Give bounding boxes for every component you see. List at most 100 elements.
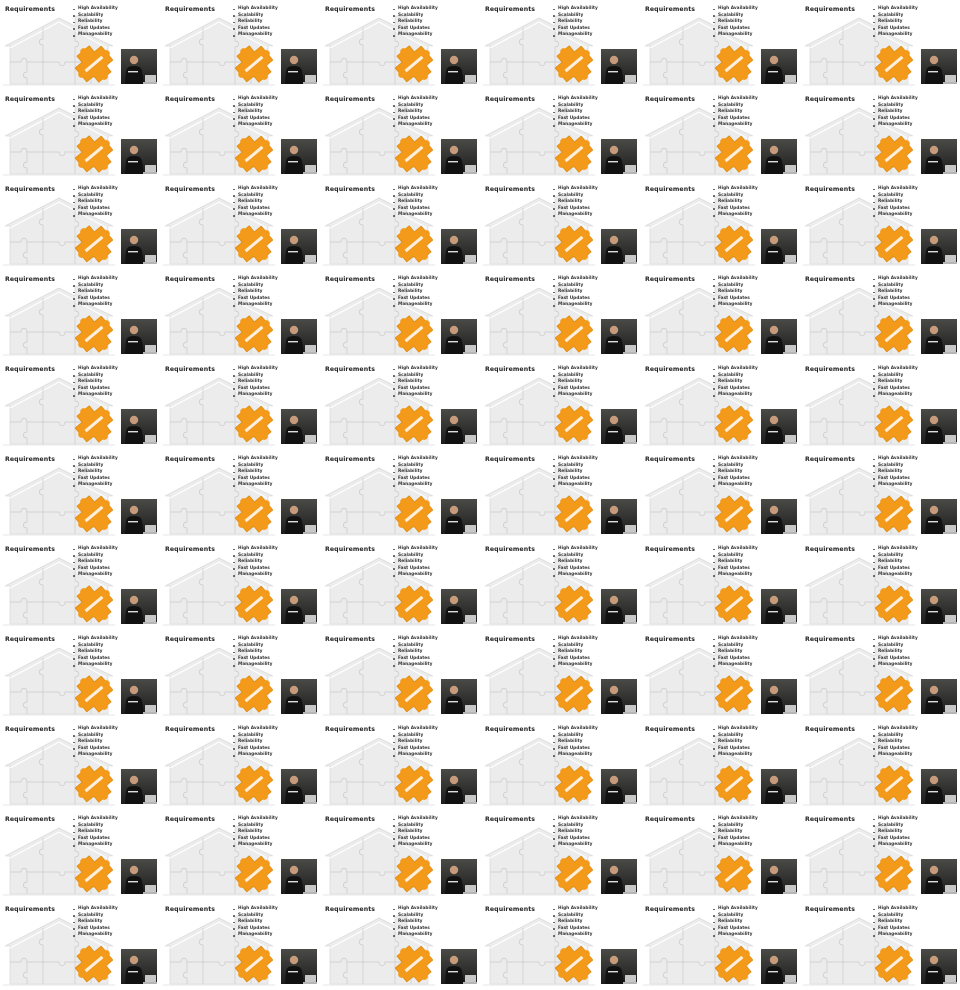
requirement-item: Manageability xyxy=(552,302,598,309)
requirement-item: Manageability xyxy=(872,302,918,309)
slide-thumbnail: Requirements High Availability Scalability… xyxy=(640,630,800,720)
slide-thumbnail: Requirements High Availability Scalability… xyxy=(320,540,480,630)
slide-title: Requirements xyxy=(5,96,56,103)
requirement-item: High Availability xyxy=(72,276,118,283)
slide-title: Requirements xyxy=(645,186,696,193)
puzzle-piece-image xyxy=(875,585,913,623)
requirement-item: Reliability xyxy=(392,109,438,116)
requirements-list: High Availability Scalability Reliability F… xyxy=(72,816,118,849)
puzzle-piece-image xyxy=(235,405,273,443)
slide-thumbnail: Requirements High Availability Scalability… xyxy=(320,450,480,540)
slide-title: Requirements xyxy=(5,546,56,553)
puzzle-piece-image xyxy=(555,855,593,893)
slide-title: Requirements xyxy=(5,186,56,193)
puzzle-piece-image xyxy=(875,405,913,443)
speaker-photo xyxy=(281,409,317,444)
requirements-list: High Availability Scalability Reliability F… xyxy=(872,726,918,759)
requirement-item: High Availability xyxy=(872,456,918,463)
requirement-item: Reliability xyxy=(552,109,598,116)
requirement-item: Reliability xyxy=(72,919,118,926)
puzzle-piece-image xyxy=(395,315,433,353)
requirement-item: High Availability xyxy=(552,186,598,193)
requirement-item: Reliability xyxy=(872,19,918,26)
speaker-photo xyxy=(121,139,157,174)
requirement-item: High Availability xyxy=(712,96,758,103)
requirement-item: Reliability xyxy=(232,919,278,926)
puzzle-piece-image xyxy=(555,225,593,263)
requirement-item: Manageability xyxy=(712,122,758,129)
slide-thumbnail: Requirements High Availability Scalability… xyxy=(800,90,960,180)
requirements-list: High Availability Scalability Reliability F… xyxy=(392,546,438,579)
requirement-item: High Availability xyxy=(392,6,438,13)
requirement-item: Manageability xyxy=(72,572,118,579)
requirement-item: Manageability xyxy=(712,302,758,309)
requirement-item: Reliability xyxy=(712,649,758,656)
requirements-list: High Availability Scalability Reliability F… xyxy=(712,456,758,489)
requirement-item: Manageability xyxy=(552,392,598,399)
slide-title: Requirements xyxy=(5,906,56,913)
speaker-photo xyxy=(441,859,477,894)
requirement-item: Reliability xyxy=(232,649,278,656)
slide-thumbnail: Requirements High Availability Scalability… xyxy=(320,810,480,900)
slide-thumbnail-grid: Requirements High Availability Scalability… xyxy=(0,0,960,990)
requirement-item: High Availability xyxy=(712,6,758,13)
requirement-item: High Availability xyxy=(552,96,598,103)
requirements-list: High Availability Scalability Reliability F… xyxy=(552,636,598,669)
puzzle-piece-image xyxy=(875,675,913,713)
speaker-photo xyxy=(121,769,157,804)
requirement-item: Manageability xyxy=(872,752,918,759)
requirement-item: Reliability xyxy=(232,109,278,116)
requirements-list: High Availability Scalability Reliability F… xyxy=(72,906,118,939)
requirement-item: High Availability xyxy=(232,906,278,913)
requirement-item: Reliability xyxy=(712,559,758,566)
requirement-item: High Availability xyxy=(232,546,278,553)
puzzle-piece-image xyxy=(715,495,753,533)
puzzle-piece-image xyxy=(555,315,593,353)
slide-thumbnail: Requirements High Availability Scalability… xyxy=(640,540,800,630)
requirement-item: Manageability xyxy=(712,482,758,489)
requirement-item: High Availability xyxy=(72,636,118,643)
requirement-item: Reliability xyxy=(72,199,118,206)
requirement-item: Manageability xyxy=(392,752,438,759)
requirement-item: High Availability xyxy=(72,456,118,463)
slide-title: Requirements xyxy=(165,546,216,553)
requirement-item: Reliability xyxy=(392,829,438,836)
requirement-item: Reliability xyxy=(872,559,918,566)
requirement-item: Reliability xyxy=(872,289,918,296)
requirement-item: Reliability xyxy=(232,829,278,836)
requirement-item: Reliability xyxy=(552,739,598,746)
slide-thumbnail: Requirements High Availability Scalability… xyxy=(0,180,160,270)
speaker-photo xyxy=(441,229,477,264)
requirement-item: Reliability xyxy=(392,199,438,206)
requirement-item: Manageability xyxy=(392,932,438,939)
requirement-item: High Availability xyxy=(872,96,918,103)
requirement-item: Reliability xyxy=(712,289,758,296)
requirement-item: Manageability xyxy=(872,662,918,669)
puzzle-piece-image xyxy=(235,945,273,983)
requirement-item: Reliability xyxy=(552,919,598,926)
speaker-photo xyxy=(921,949,957,984)
puzzle-piece-image xyxy=(555,675,593,713)
requirements-list: High Availability Scalability Reliability F… xyxy=(232,546,278,579)
requirement-item: Manageability xyxy=(72,932,118,939)
requirement-item: Reliability xyxy=(72,559,118,566)
requirement-item: Reliability xyxy=(552,199,598,206)
requirement-item: High Availability xyxy=(552,816,598,823)
slide-thumbnail: Requirements High Availability Scalability… xyxy=(320,900,480,990)
requirement-item: Reliability xyxy=(232,739,278,746)
requirement-item: High Availability xyxy=(72,186,118,193)
requirement-item: Reliability xyxy=(232,559,278,566)
speaker-photo xyxy=(761,319,797,354)
speaker-photo xyxy=(761,589,797,624)
requirement-item: Reliability xyxy=(72,109,118,116)
requirements-list: High Availability Scalability Reliability F… xyxy=(232,726,278,759)
speaker-photo xyxy=(761,679,797,714)
requirements-list: High Availability Scalability Reliability F… xyxy=(232,456,278,489)
speaker-photo xyxy=(281,859,317,894)
requirement-item: Reliability xyxy=(72,19,118,26)
speaker-photo xyxy=(761,949,797,984)
requirement-item: Reliability xyxy=(872,649,918,656)
slide-title: Requirements xyxy=(165,6,216,13)
slide-title: Requirements xyxy=(485,726,536,733)
requirements-list: High Availability Scalability Reliability F… xyxy=(712,906,758,939)
